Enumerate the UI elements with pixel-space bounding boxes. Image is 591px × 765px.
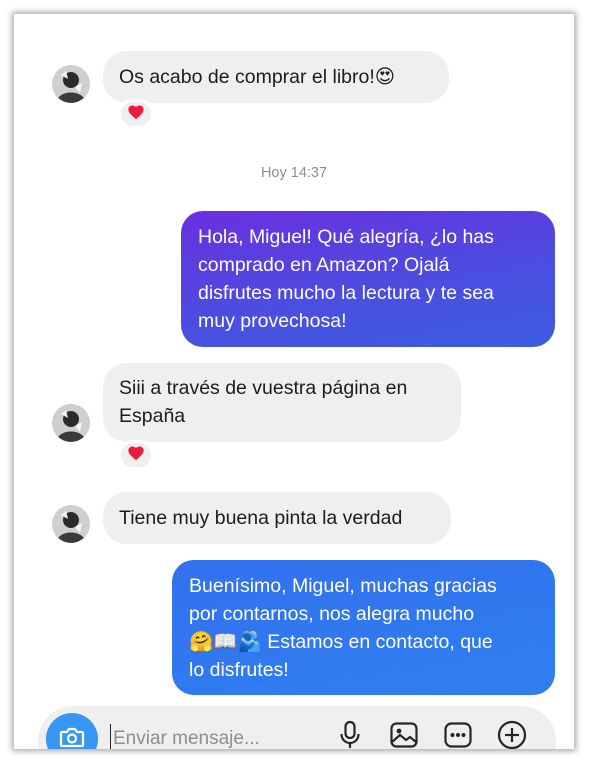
message-bubble-incoming[interactable]: Os acabo de comprar el libro!😍 xyxy=(103,51,449,103)
voice-message-button[interactable] xyxy=(333,720,367,749)
chat-window: Os acabo de comprar el libro!😍 Hoy 14:37… xyxy=(14,14,574,749)
message-reaction[interactable] xyxy=(118,440,154,470)
sender-avatar[interactable] xyxy=(52,505,90,543)
sticker-icon xyxy=(443,720,473,750)
message-text: Os acabo de comprar el libro!😍 xyxy=(119,66,396,88)
message-text-line: muy provechosa! xyxy=(198,310,347,332)
camera-button[interactable] xyxy=(46,713,98,749)
message-text-line: 🤗📖🫂 Estamos en contacto, que xyxy=(189,631,493,653)
message-bubble-incoming[interactable]: Siii a través de vuestra página en Españ… xyxy=(103,363,461,442)
message-bubble-outgoing[interactable]: Buenísimo, Miguel, muchas gracias por co… xyxy=(172,560,555,695)
message-text-line: comprado en Amazon? Ojalá xyxy=(198,254,450,276)
message-bubble-outgoing[interactable]: Hola, Miguel! Qué alegría, ¿lo has compr… xyxy=(181,211,555,347)
message-text-line: España xyxy=(119,405,186,427)
gallery-icon xyxy=(389,720,419,750)
message-bubble-incoming[interactable]: Tiene muy buena pinta la verdad xyxy=(103,492,451,544)
message-reaction[interactable] xyxy=(118,99,154,129)
message-text: Tiene muy buena pinta la verdad xyxy=(119,507,403,529)
message-text-line: disfrutes mucho la lectura y te sea xyxy=(198,282,494,304)
sender-avatar[interactable] xyxy=(52,404,90,442)
message-text-line: Hola, Miguel! Qué alegría, ¿lo has xyxy=(198,226,494,248)
message-text-line: lo disfrutes! xyxy=(189,659,289,681)
heart-reaction-icon xyxy=(127,445,145,466)
message-text-line: Siii a través de vuestra página en xyxy=(119,377,408,399)
sticker-button[interactable] xyxy=(441,720,475,749)
message-composer xyxy=(38,706,556,749)
message-text-line: Buenísimo, Miguel, muchas gracias xyxy=(189,575,497,597)
chat-timestamp: Hoy 14:37 xyxy=(260,165,328,181)
microphone-icon xyxy=(338,720,362,750)
gallery-button[interactable] xyxy=(387,720,421,749)
message-text-line: por contarnos, nos alegra mucho xyxy=(189,603,475,625)
sender-avatar[interactable] xyxy=(52,65,90,103)
heart-reaction-icon xyxy=(127,104,145,125)
message-input[interactable] xyxy=(110,724,303,749)
camera-icon xyxy=(59,725,85,750)
more-options-button[interactable] xyxy=(495,720,529,749)
plus-icon xyxy=(496,719,528,750)
